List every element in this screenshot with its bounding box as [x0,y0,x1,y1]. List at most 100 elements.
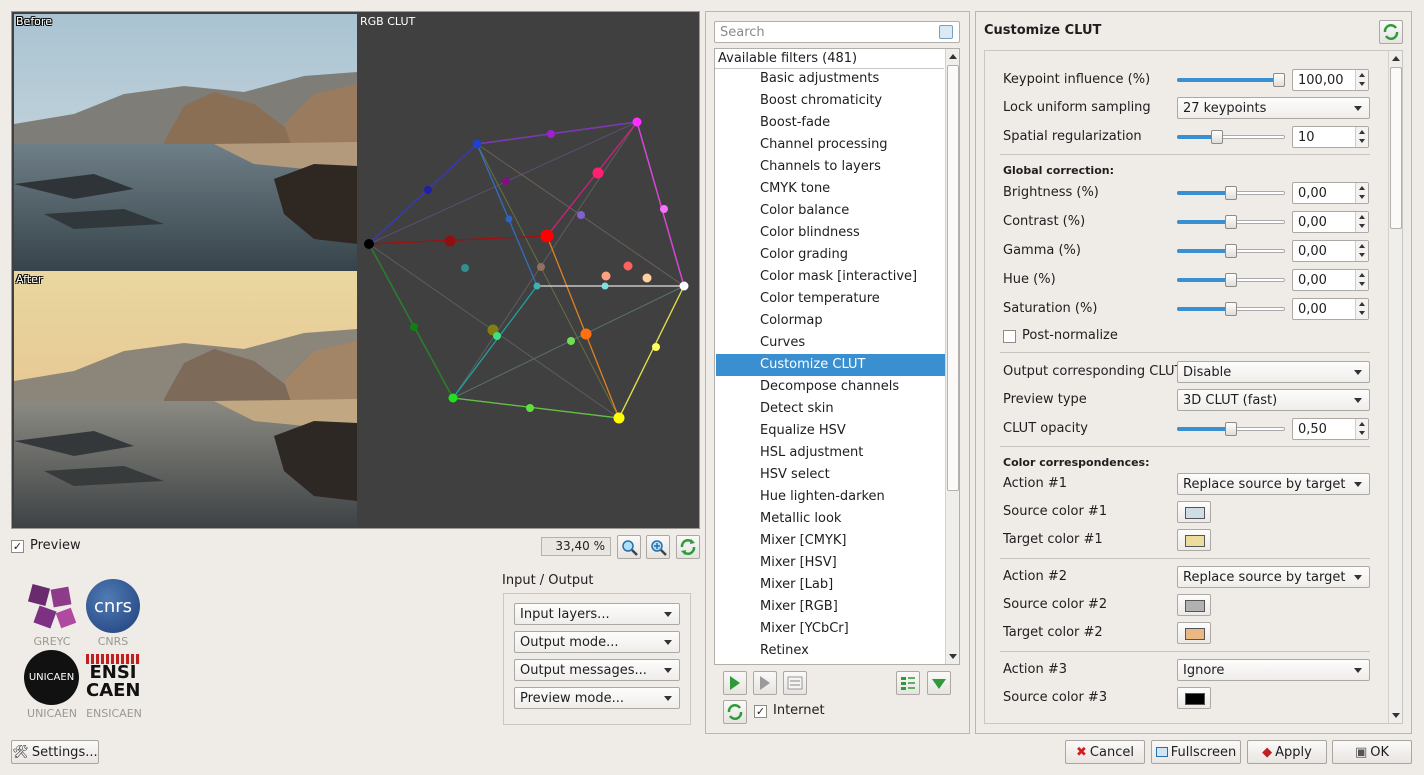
filter-item[interactable]: Customize CLUT [716,354,945,376]
filter-item[interactable]: Mixer [HSV] [716,552,945,574]
slider-handle[interactable] [1225,273,1237,287]
spin-arrows-icon[interactable] [1355,241,1368,261]
slider-handle[interactable] [1225,186,1237,200]
action2-combo[interactable]: Replace source by target [1177,566,1370,588]
zoom-in-button[interactable] [646,535,670,559]
clut-opacity-slider[interactable] [1177,422,1285,436]
hue-spinbox[interactable]: 0,00 [1292,269,1369,291]
spin-arrows-icon[interactable] [1355,127,1368,147]
preview-mode-combo[interactable]: Preview mode... [514,687,680,709]
spin-arrows-icon[interactable] [1355,70,1368,90]
remove-favorite-button[interactable] [753,671,777,695]
reset-params-button[interactable] [1379,20,1403,44]
apply-button[interactable]: ◆ Apply [1247,740,1327,764]
brightness-spinbox[interactable]: 0,00 [1292,182,1369,204]
filter-item[interactable]: CMYK tone [716,178,945,200]
keypoint-influence-slider[interactable] [1177,73,1285,87]
filter-item[interactable]: Hue lighten-darken [716,486,945,508]
gamma-spinbox[interactable]: 0,00 [1292,240,1369,262]
target1-color-button[interactable] [1177,529,1211,551]
refresh-preview-button[interactable] [676,535,700,559]
collapse-all-button[interactable] [927,671,951,695]
slider-handle[interactable] [1273,73,1285,87]
spin-arrows-icon[interactable] [1355,419,1368,439]
filter-item[interactable]: Channels to layers [716,156,945,178]
keypoint-influence-spinbox[interactable]: 100,00 [1292,69,1369,91]
filter-item[interactable]: Mixer [CMYK] [716,530,945,552]
output-clut-combo[interactable]: Disable [1177,361,1370,383]
filter-item[interactable]: Metallic look [716,508,945,530]
add-favorite-button[interactable] [723,671,747,695]
saturation-spinbox[interactable]: 0,00 [1292,298,1369,320]
spatial-regularization-slider[interactable] [1177,130,1285,144]
filter-item[interactable]: Equalize HSV [716,420,945,442]
filter-item[interactable]: Basic adjustments [716,68,945,90]
contrast-spinbox[interactable]: 0,00 [1292,211,1369,233]
filter-item[interactable]: Mixer [Lab] [716,574,945,596]
filter-item[interactable]: Detect skin [716,398,945,420]
filter-scrollbar[interactable] [945,49,959,664]
zoom-out-button[interactable] [617,535,641,559]
filter-item[interactable]: Mixer [YCbCr] [716,618,945,640]
filter-item[interactable]: Color temperature [716,288,945,310]
slider-handle[interactable] [1225,422,1237,436]
filter-item[interactable]: Color blindness [716,222,945,244]
slider-handle[interactable] [1225,302,1237,316]
lock-sampling-combo[interactable]: 27 keypoints [1177,97,1370,119]
action3-combo[interactable]: Ignore [1177,659,1370,681]
params-scrollbar-thumb[interactable] [1390,67,1402,229]
rename-favorite-button[interactable] [783,671,807,695]
separator [1000,154,1370,155]
filter-item[interactable]: Decompose channels [716,376,945,398]
contrast-slider[interactable] [1177,215,1285,229]
target2-color-button[interactable] [1177,622,1211,644]
spatial-regularization-spinbox[interactable]: 10 [1292,126,1369,148]
slider-handle[interactable] [1225,215,1237,229]
hue-slider[interactable] [1177,273,1285,287]
filter-item[interactable]: HSL adjustment [716,442,945,464]
spin-arrows-icon[interactable] [1355,299,1368,319]
brightness-slider[interactable] [1177,186,1285,200]
clut-opacity-spinbox[interactable]: 0,50 [1292,418,1369,440]
cancel-button[interactable]: ✖ Cancel [1065,740,1145,764]
update-filters-button[interactable] [723,700,747,724]
io-title: Input / Output [502,573,594,588]
source3-color-button[interactable] [1177,687,1211,709]
search-input[interactable]: Search [714,21,960,43]
slider-handle[interactable] [1225,244,1237,258]
source1-color-button[interactable] [1177,501,1211,523]
preview-type-combo[interactable]: 3D CLUT (fast) [1177,389,1370,411]
spin-arrows-icon[interactable] [1355,270,1368,290]
fullscreen-button[interactable]: Fullscreen [1151,740,1241,764]
action1-combo[interactable]: Replace source by target [1177,473,1370,495]
ok-button[interactable]: ▣ OK [1332,740,1412,764]
post-normalize-checkbox[interactable] [1003,330,1016,343]
output-messages-combo[interactable]: Output messages... [514,659,680,681]
filter-item[interactable]: Curves [716,332,945,354]
expand-collapse-button[interactable] [896,671,920,695]
filter-item[interactable]: Retinex [716,640,945,662]
spin-arrows-icon[interactable] [1355,212,1368,232]
output-mode-combo[interactable]: Output mode... [514,631,680,653]
settings-label: Settings... [31,744,98,760]
filter-item[interactable]: Color mask [interactive] [716,266,945,288]
internet-checkbox[interactable]: ✓ [754,705,767,718]
filter-item[interactable]: Boost chromaticity [716,90,945,112]
spin-arrows-icon[interactable] [1355,183,1368,203]
filter-item[interactable]: Boost-fade [716,112,945,134]
settings-button[interactable]: 🛠 Settings... [11,740,99,764]
slider-handle[interactable] [1211,130,1223,144]
filter-item[interactable]: Color balance [716,200,945,222]
params-scrollbar[interactable] [1388,51,1402,723]
filter-item[interactable]: Color grading [716,244,945,266]
gamma-slider[interactable] [1177,244,1285,258]
filter-item[interactable]: HSV select [716,464,945,486]
filter-item[interactable]: Channel processing [716,134,945,156]
input-layers-combo[interactable]: Input layers... [514,603,680,625]
saturation-slider[interactable] [1177,302,1285,316]
filter-item[interactable]: Colormap [716,310,945,332]
filter-scrollbar-thumb[interactable] [947,65,959,491]
source2-color-button[interactable] [1177,594,1211,616]
preview-checkbox[interactable]: ✓ [11,540,24,553]
filter-item[interactable]: Mixer [RGB] [716,596,945,618]
